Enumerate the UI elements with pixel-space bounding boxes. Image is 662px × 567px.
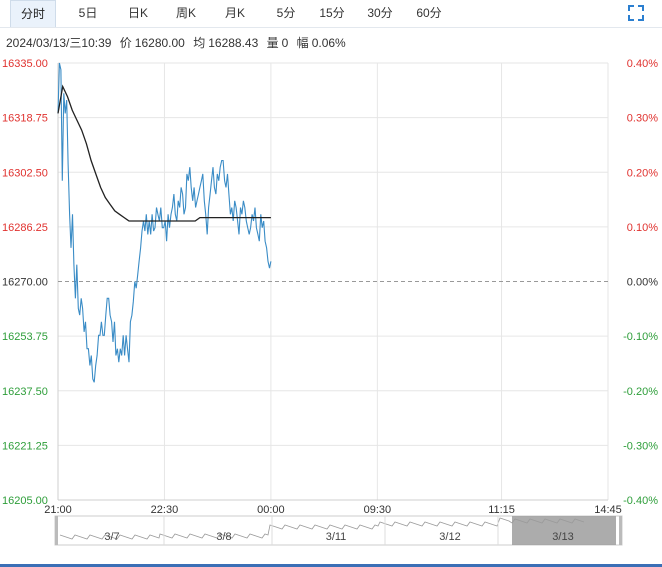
y-tick-label: 16237.50 [2,386,48,398]
pct-tick-label: 0.40% [627,58,658,70]
y-tick-label: 16335.00 [2,58,48,70]
x-tick-label: 00:00 [257,504,285,516]
pct-tick-label: -0.20% [623,386,658,398]
x-tick-label: 21:00 [44,504,72,516]
y-tick-label: 16286.25 [2,222,48,234]
y-tick-label: 16302.50 [2,167,48,179]
pct-tick-label: -0.30% [623,440,658,452]
y-tick-label: 16318.75 [2,113,48,125]
pct-tick-label: 0.30% [627,113,658,125]
navigator-date-label: 3/13 [552,531,573,543]
pct-tick-label: 0.10% [627,222,658,234]
y-tick-label: 16253.75 [2,331,48,343]
intraday-chart[interactable]: 16335.00 0.40% 16318.75 0.30% 16302.50 0.20% 1… [0,0,662,567]
navigator-handle-right [619,516,622,545]
pct-tick-label: 0.20% [627,167,658,179]
x-tick-label: 11:15 [488,504,515,516]
navigator-date-label: 3/8 [216,531,231,543]
x-tick-label: 14:45 [594,504,622,516]
y-tick-label: 16205.00 [2,495,48,507]
navigator-date-label: 3/7 [104,531,119,543]
x-tick-label: 09:30 [364,504,392,516]
y-tick-label: 16221.25 [2,440,48,452]
x-tick-label: 22:30 [151,504,179,516]
pct-tick-label: -0.40% [623,495,658,507]
navigator-date-label: 3/11 [326,531,347,543]
pct-tick-label: -0.10% [623,331,658,343]
navigator-date-label: 3/12 [439,531,460,543]
y-tick-label: 16270.00 [2,277,48,289]
navigator-handle-left [55,516,58,545]
pct-tick-label: 0.00% [627,277,658,289]
